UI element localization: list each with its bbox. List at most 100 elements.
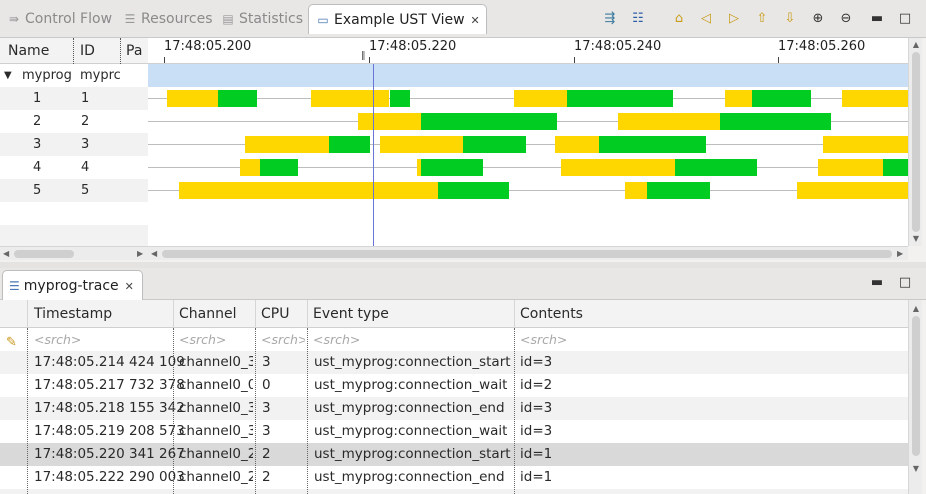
column-cpu[interactable]: CPU bbox=[261, 300, 289, 328]
scroll-up-icon[interactable]: ▲ bbox=[909, 304, 923, 314]
state-segment-wait[interactable] bbox=[239, 159, 261, 176]
state-segment-running[interactable] bbox=[719, 113, 832, 130]
column-name[interactable]: Name bbox=[8, 38, 49, 64]
column-id[interactable]: ID bbox=[80, 38, 95, 64]
tab-control-flow[interactable]: ⇛ Control Flow bbox=[6, 6, 112, 32]
state-segment-wait[interactable] bbox=[357, 113, 422, 130]
tree-row[interactable]: 2 2 bbox=[0, 110, 148, 133]
next-item-down-icon[interactable]: ⇩ bbox=[781, 10, 799, 28]
tree-row-id: 5 bbox=[81, 183, 90, 198]
tab-example-ust-view[interactable]: ▭ Example UST View ✕ bbox=[308, 4, 487, 34]
expand-triangle-icon[interactable]: ▼ bbox=[4, 64, 12, 87]
tree-horizontal-scrollbar[interactable]: ◀ ▶ bbox=[0, 246, 148, 260]
state-segment-running[interactable] bbox=[646, 182, 711, 199]
cell-contents: id=2 bbox=[520, 377, 553, 393]
next-event-icon[interactable]: ▷ bbox=[725, 10, 743, 28]
table-row[interactable]: 17:48:05.219 208 573 channel0_3 3 ust_my… bbox=[0, 420, 908, 443]
state-segment-wait[interactable] bbox=[724, 90, 753, 107]
column-timestamp[interactable]: Timestamp bbox=[34, 300, 112, 328]
state-segment-running[interactable] bbox=[389, 90, 410, 107]
column-event-type[interactable]: Event type bbox=[313, 300, 389, 328]
search-input-timestamp[interactable]: <srch> bbox=[34, 328, 81, 351]
scroll-down-icon[interactable]: ▼ bbox=[909, 234, 923, 244]
state-segment-wait[interactable] bbox=[310, 90, 390, 107]
state-segment-running[interactable] bbox=[218, 90, 258, 107]
state-segment-running[interactable] bbox=[437, 182, 510, 199]
time-cursor-line[interactable] bbox=[373, 64, 375, 246]
state-segment-running[interactable] bbox=[566, 90, 674, 107]
table-row[interactable]: 17:48:05.222 290 003 channel0_2 2 ust_my… bbox=[0, 466, 908, 489]
previous-event-icon[interactable]: ◁ bbox=[697, 10, 715, 28]
column-contents[interactable]: Contents bbox=[520, 300, 583, 328]
tree-root-row[interactable]: ▼ myprog myprc bbox=[0, 64, 148, 87]
scroll-left-icon[interactable]: ◀ bbox=[151, 247, 157, 261]
scroll-thumb[interactable] bbox=[162, 250, 892, 258]
state-segment-wait[interactable] bbox=[823, 136, 908, 153]
maximize-icon[interactable]: □ bbox=[896, 274, 914, 292]
timegraph-horizontal-scrollbar[interactable]: ◀ ▶ bbox=[148, 246, 908, 260]
state-segment-running[interactable] bbox=[752, 90, 811, 107]
tab-resources[interactable]: ☰ Resources bbox=[122, 6, 213, 32]
state-segment-wait[interactable] bbox=[841, 90, 908, 107]
state-segment-running[interactable] bbox=[260, 159, 299, 176]
state-segment-wait[interactable] bbox=[625, 182, 647, 199]
state-segment-running[interactable] bbox=[329, 136, 371, 153]
scroll-thumb[interactable] bbox=[14, 250, 74, 258]
tab-statistics[interactable]: ▤ Statistics bbox=[220, 6, 303, 32]
tree-row[interactable]: 5 5 bbox=[0, 179, 148, 202]
state-segment-running[interactable] bbox=[675, 159, 758, 176]
scroll-right-icon[interactable]: ▶ bbox=[897, 247, 903, 261]
tab-myprog-trace[interactable]: ☰ myprog-trace ✕ bbox=[2, 270, 143, 300]
previous-item-up-icon[interactable]: ⇧ bbox=[753, 10, 771, 28]
scroll-left-icon[interactable]: ◀ bbox=[3, 247, 9, 261]
state-segment-running[interactable] bbox=[598, 136, 707, 153]
maximize-icon[interactable]: □ bbox=[896, 10, 914, 28]
state-segment-running[interactable] bbox=[463, 136, 526, 153]
scroll-down-icon[interactable]: ▼ bbox=[909, 464, 923, 474]
home-reset-icon[interactable]: ⌂ bbox=[670, 10, 688, 28]
state-segment-wait[interactable] bbox=[380, 136, 464, 153]
search-input-cpu[interactable]: <srch> bbox=[261, 328, 305, 351]
zoom-in-icon[interactable]: ⊕ bbox=[809, 10, 827, 28]
scroll-thumb[interactable] bbox=[912, 316, 920, 456]
table-row-selected[interactable]: 17:48:05.220 341 267 channel0_2 2 ust_my… bbox=[0, 443, 908, 466]
table-row[interactable]: 17:48:05.214 424 109 channel0_3 3 ust_my… bbox=[0, 351, 908, 374]
state-segment-wait[interactable] bbox=[244, 136, 330, 153]
state-segment-running[interactable] bbox=[421, 159, 483, 176]
tree-row[interactable]: 1 1 bbox=[0, 87, 148, 110]
events-vertical-scrollbar[interactable]: ▲ ▼ bbox=[908, 300, 922, 494]
tree-row[interactable]: 4 4 bbox=[0, 156, 148, 179]
scroll-up-icon[interactable]: ▲ bbox=[909, 40, 923, 50]
timegraph-area[interactable] bbox=[148, 64, 908, 246]
state-segment-wait[interactable] bbox=[560, 159, 676, 176]
legend-list-icon[interactable]: ☷ bbox=[629, 10, 647, 28]
close-icon[interactable]: ✕ bbox=[471, 14, 480, 27]
column-channel[interactable]: Channel bbox=[179, 300, 236, 328]
table-row[interactable]: 17:48:05.217 732 378 channel0_0 0 ust_my… bbox=[0, 374, 908, 397]
state-segment-running[interactable] bbox=[421, 113, 557, 130]
search-input-event-type[interactable]: <srch> bbox=[313, 328, 360, 351]
table-row[interactable]: 17:48:05.218 155 342 channel0_3 3 ust_my… bbox=[0, 397, 908, 420]
column-parent[interactable]: Pa bbox=[126, 38, 142, 64]
scroll-thumb[interactable] bbox=[912, 52, 920, 232]
close-icon[interactable]: ✕ bbox=[125, 280, 134, 293]
search-input-contents[interactable]: <srch> bbox=[520, 328, 567, 351]
timegraph-vertical-scrollbar[interactable]: ▲ ▼ bbox=[908, 38, 922, 246]
scroll-right-icon[interactable]: ▶ bbox=[137, 247, 143, 261]
search-input-channel[interactable]: <srch> bbox=[179, 328, 226, 351]
cell-timestamp: 17:48:05.214 424 109 bbox=[34, 354, 185, 370]
state-segment-running[interactable] bbox=[882, 159, 908, 176]
state-segment-wait[interactable] bbox=[797, 182, 908, 199]
zoom-out-icon[interactable]: ⊖ bbox=[837, 10, 855, 28]
state-segment-wait[interactable] bbox=[513, 90, 567, 107]
tree-row[interactable]: 3 3 bbox=[0, 133, 148, 156]
state-segment-wait[interactable] bbox=[618, 113, 720, 130]
minimize-icon[interactable]: ▬ bbox=[868, 274, 886, 292]
state-segment-wait[interactable] bbox=[167, 90, 219, 107]
sync-arrows-icon[interactable]: ⇶ bbox=[601, 10, 619, 28]
state-segment-wait[interactable] bbox=[817, 159, 883, 176]
time-axis[interactable]: 17:48:05.200 17:48:05.220 17:48:05.240 1… bbox=[148, 38, 908, 64]
minimize-icon[interactable]: ▬ bbox=[868, 10, 886, 28]
state-segment-wait[interactable] bbox=[179, 182, 438, 199]
state-segment-wait[interactable] bbox=[554, 136, 599, 153]
